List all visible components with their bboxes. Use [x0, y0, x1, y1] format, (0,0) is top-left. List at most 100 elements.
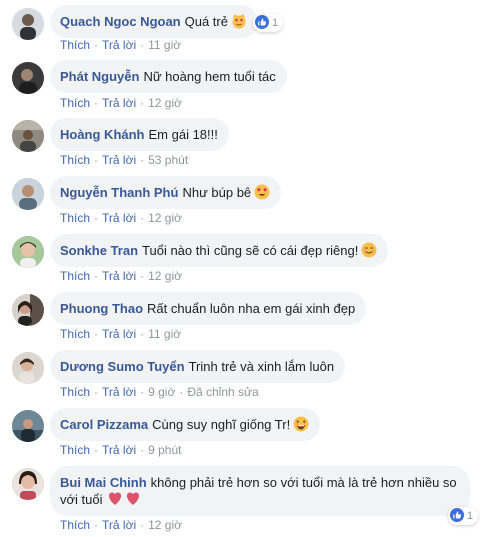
like-reaction-icon	[255, 15, 269, 29]
comment-actions: Thích · Trả lời · 9 phút	[60, 443, 181, 457]
reply-link[interactable]: Trả lời	[102, 385, 136, 399]
comment-author[interactable]: Phát Nguyễn	[60, 69, 139, 84]
reply-link[interactable]: Trả lời	[102, 96, 136, 110]
reaction-count-value: 1	[467, 510, 474, 522]
separator: ·	[179, 385, 184, 399]
comment-author[interactable]: Quach Ngoc Ngoan	[60, 14, 181, 29]
comment-text: Cùng suy nghĩ giống Tr!	[152, 417, 291, 432]
reply-link[interactable]: Trả lời	[102, 153, 136, 167]
avatar[interactable]	[12, 8, 44, 40]
separator: ·	[94, 153, 99, 167]
avatar[interactable]	[12, 410, 44, 442]
separator: ·	[140, 269, 145, 283]
comment-timestamp[interactable]: 12 giờ	[148, 269, 182, 283]
comment-author[interactable]: Hoàng Khánh	[60, 127, 145, 142]
comment-text: Em gái 18!!!	[148, 127, 218, 142]
separator: ·	[140, 443, 145, 457]
like-link[interactable]: Thích	[60, 518, 90, 532]
like-link[interactable]: Thích	[60, 385, 90, 399]
reply-link[interactable]: Trả lời	[102, 327, 136, 341]
comment-author[interactable]: Phuong Thao	[60, 301, 143, 316]
avatar[interactable]	[12, 236, 44, 268]
separator: ·	[94, 518, 99, 532]
comment-actions: Thích · Trả lời · 12 giờ	[60, 269, 182, 283]
reply-link[interactable]: Trả lời	[102, 518, 136, 532]
separator: ·	[140, 518, 145, 532]
comment-timestamp[interactable]: 12 giờ	[148, 211, 182, 225]
separator: ·	[140, 38, 145, 52]
comment-text: Như búp bê	[182, 185, 252, 200]
comment-author[interactable]: Bui Mai Chinh	[60, 475, 147, 490]
comment-bubble: Nguyễn Thanh Phú Như búp bê	[50, 176, 282, 209]
separator: ·	[140, 211, 145, 225]
reply-link[interactable]: Trả lời	[102, 211, 136, 225]
comment-actions: Thích · Trả lời · 12 giờ	[60, 96, 182, 110]
reaction-count[interactable]: 1	[448, 507, 479, 525]
comment-timestamp[interactable]: 12 giờ	[148, 518, 182, 532]
like-reaction-icon	[450, 508, 464, 522]
reaction-count[interactable]: 1	[253, 14, 284, 32]
like-link[interactable]: Thích	[60, 153, 90, 167]
comment-actions: Thích · Trả lời · 12 giờ	[60, 518, 182, 532]
separator: ·	[94, 385, 99, 399]
like-link[interactable]: Thích	[60, 96, 90, 110]
like-link[interactable]: Thích	[60, 38, 90, 52]
avatar[interactable]	[12, 62, 44, 94]
comment-timestamp[interactable]: 11 giờ	[148, 38, 181, 52]
avatar[interactable]	[12, 468, 44, 500]
comment-actions: Thích · Trả lời · 11 giờ	[60, 38, 181, 52]
cat-heart-eyes-icon	[231, 13, 247, 29]
comment-author[interactable]: Sonkhe Tran	[60, 243, 138, 258]
reply-link[interactable]: Trả lời	[102, 38, 136, 52]
comment-bubble: Hoàng Khánh Em gái 18!!!	[50, 118, 229, 151]
comment-timestamp[interactable]: 12 giờ	[148, 96, 182, 110]
comment-timestamp[interactable]: 11 giờ	[148, 327, 181, 341]
comment-actions: Thích · Trả lời · 12 giờ	[60, 211, 182, 225]
comment-bubble: Quach Ngoc Ngoan Quá trẻ	[50, 5, 258, 38]
reaction-count-value: 1	[272, 17, 279, 29]
heart-eyes-emoji-icon	[254, 184, 270, 200]
reply-link[interactable]: Trả lời	[102, 269, 136, 283]
comment-timestamp[interactable]: 53 phút	[148, 153, 188, 167]
comment-bubble: Dương Sumo Tuyển Trinh trẻ và xinh lắm lu…	[50, 350, 346, 383]
like-link[interactable]: Thích	[60, 269, 90, 283]
separator: ·	[140, 327, 145, 341]
reply-link[interactable]: Trả lời	[102, 443, 136, 457]
avatar[interactable]	[12, 352, 44, 384]
edited-label[interactable]: Đã chỉnh sửa	[187, 385, 258, 399]
separator: ·	[140, 385, 145, 399]
comment-bubble: Sonkhe Tran Tuổi nào thì cũng sẽ có cái đ…	[50, 234, 389, 267]
comment-timestamp[interactable]: 9 giờ	[148, 385, 175, 399]
separator: ·	[94, 327, 99, 341]
comment-text: Quá trẻ	[184, 14, 228, 29]
like-link[interactable]: Thích	[60, 211, 90, 225]
comment-actions: Thích · Trả lời · 9 giờ · Đã chỉnh sửa	[60, 385, 259, 399]
laughing-emoji-icon	[293, 416, 309, 432]
comment-author[interactable]: Carol Pizzama	[60, 417, 148, 432]
comment-text: với tuổi	[60, 492, 103, 507]
two-hearts-icon	[106, 491, 142, 507]
comment-author[interactable]: Dương Sumo Tuyển	[60, 359, 185, 374]
separator: ·	[140, 96, 145, 110]
comment-bubble: Bui Mai Chinh không phải trẻ hơn so với t…	[50, 466, 470, 516]
separator: ·	[94, 443, 99, 457]
separator: ·	[94, 38, 99, 52]
separator: ·	[94, 269, 99, 283]
avatar[interactable]	[12, 294, 44, 326]
avatar[interactable]	[12, 120, 44, 152]
comment-text: không phải trẻ hơn so với tuổi mà là trẻ…	[150, 475, 457, 490]
comment-bubble: Carol Pizzama Cùng suy nghĩ giống Tr!	[50, 408, 321, 441]
comment-timestamp[interactable]: 9 phút	[148, 443, 181, 457]
comment-text: Tuổi nào thì cũng sẽ có cái đẹp riêng!	[142, 243, 359, 258]
separator: ·	[140, 153, 145, 167]
like-link[interactable]: Thích	[60, 443, 90, 457]
comment-actions: Thích · Trả lời · 11 giờ	[60, 327, 181, 341]
smile-emoji-icon	[361, 242, 377, 258]
separator: ·	[94, 211, 99, 225]
separator: ·	[94, 96, 99, 110]
avatar[interactable]	[12, 178, 44, 210]
like-link[interactable]: Thích	[60, 327, 90, 341]
comment-actions: Thích · Trả lời · 53 phút	[60, 153, 188, 167]
comment-bubble: Phát Nguyễn Nữ hoàng hem tuổi tác	[50, 60, 287, 93]
comment-author[interactable]: Nguyễn Thanh Phú	[60, 185, 178, 200]
